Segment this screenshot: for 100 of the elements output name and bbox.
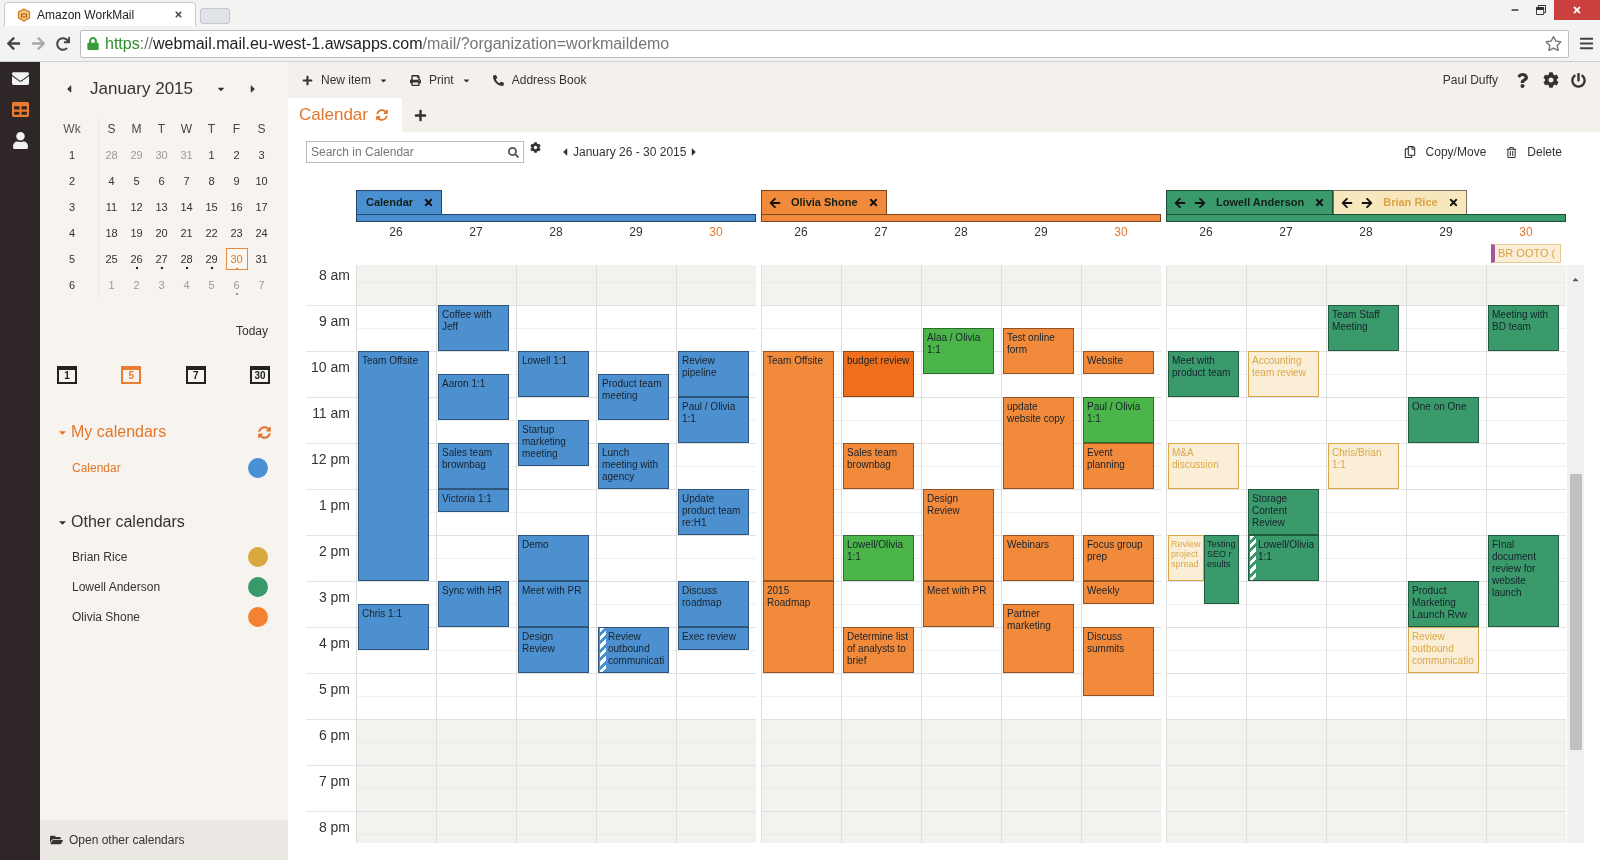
off-hours-slot[interactable] — [1487, 742, 1566, 765]
menu-icon[interactable] — [1579, 36, 1594, 51]
calendar-day[interactable]: 25 — [100, 248, 123, 270]
off-hours-slot[interactable] — [1082, 282, 1161, 305]
power-icon[interactable] — [1571, 72, 1586, 88]
calendar-item[interactable]: Brian Rice — [72, 548, 128, 566]
calendar-event[interactable]: Aaron 1:1 — [438, 374, 509, 420]
contacts-icon[interactable] — [11, 132, 29, 149]
delete-button[interactable]: Delete — [1527, 143, 1562, 161]
arrow-left-icon[interactable] — [769, 196, 781, 209]
calendar-event[interactable]: Sync with HR — [438, 581, 509, 627]
calendar-event[interactable]: One on One — [1408, 397, 1479, 443]
off-hours-slot[interactable] — [1327, 282, 1406, 305]
off-hours-slot[interactable] — [1082, 719, 1161, 742]
calendar-event[interactable]: 2015 Roadmap — [763, 581, 834, 673]
calendar-item[interactable]: Olivia Shone — [72, 608, 141, 626]
off-hours-slot[interactable] — [1487, 811, 1566, 834]
calendar-day[interactable]: 23 — [225, 222, 248, 244]
calendar-event[interactable]: Sales team brownbag — [438, 443, 509, 489]
calendar-tab[interactable]: Calendar — [356, 190, 443, 214]
off-hours-slot[interactable] — [357, 719, 436, 742]
calendar-event[interactable]: Chris 1:1 — [358, 604, 429, 650]
help-icon[interactable] — [1516, 72, 1529, 88]
restore-icon[interactable] — [1536, 5, 1546, 15]
calendar-event[interactable]: Startup marketing meeting — [518, 420, 589, 466]
off-hours-slot[interactable] — [1247, 265, 1326, 282]
off-hours-slot[interactable] — [677, 765, 756, 788]
calendar-event[interactable]: Storage Content Review — [1248, 489, 1319, 535]
forward-icon[interactable] — [31, 36, 46, 51]
calendar-event[interactable]: Design Review — [923, 489, 994, 581]
search-input[interactable]: Search in Calendar — [307, 142, 508, 162]
back-icon[interactable] — [6, 36, 21, 51]
calendar-event[interactable]: Team Offsite — [763, 351, 834, 581]
off-hours-slot[interactable] — [517, 719, 596, 742]
calendar-day[interactable]: 1 — [200, 144, 223, 166]
calendar-day[interactable]: 15 — [200, 196, 223, 218]
off-hours-slot[interactable] — [1082, 265, 1161, 282]
calendar-item[interactable]: Lowell Anderson — [72, 578, 161, 596]
calendar-event[interactable]: Product team meeting — [598, 374, 669, 420]
calendar-day[interactable]: 4 — [100, 170, 123, 192]
off-hours-slot[interactable] — [1487, 788, 1566, 811]
settings-icon[interactable] — [530, 142, 541, 153]
off-hours-slot[interactable] — [1002, 282, 1081, 305]
scroll-up-icon[interactable] — [1571, 275, 1580, 284]
off-hours-slot[interactable] — [1487, 282, 1566, 305]
off-hours-slot[interactable] — [762, 765, 841, 788]
calendar-day[interactable]: 22 — [200, 222, 223, 244]
off-hours-slot[interactable] — [517, 265, 596, 282]
off-hours-slot[interactable] — [1002, 719, 1081, 742]
calendar-event[interactable]: Discuss roadmap — [678, 581, 749, 627]
calendar-event[interactable]: Exec review — [678, 627, 749, 650]
off-hours-slot[interactable] — [842, 265, 921, 282]
off-hours-slot[interactable] — [1167, 265, 1246, 282]
close-icon[interactable] — [867, 197, 879, 208]
search-icon[interactable] — [508, 146, 519, 158]
calendar-event[interactable]: Webinars — [1003, 535, 1074, 581]
off-hours-slot[interactable] — [1487, 765, 1566, 788]
add-tab-icon[interactable] — [413, 108, 427, 122]
mail-icon[interactable] — [11, 70, 29, 87]
off-hours-slot[interactable] — [842, 719, 921, 742]
calendar-event[interactable]: Team Staff Meeting — [1328, 305, 1399, 351]
off-hours-slot[interactable] — [1407, 265, 1486, 282]
off-hours-slot[interactable] — [1327, 265, 1406, 282]
off-hours-slot[interactable] — [1247, 719, 1326, 742]
today-link[interactable]: Today — [235, 322, 268, 342]
off-hours-slot[interactable] — [677, 282, 756, 305]
section-heading[interactable]: Other calendars — [71, 510, 185, 534]
address-field[interactable]: https://webmail.mail.eu-west-1.awsapps.com/mail/?organization=workmaildemo — [80, 29, 1569, 58]
off-hours-slot[interactable] — [762, 719, 841, 742]
trash-icon[interactable] — [1506, 146, 1518, 158]
calendar-event[interactable]: Review pipeline — [678, 351, 749, 397]
calendar-day[interactable]: 18 — [100, 222, 123, 244]
calendar-day[interactable]: 5 — [125, 170, 148, 192]
toolbar-button[interactable]: New item — [302, 66, 388, 94]
off-hours-slot[interactable] — [922, 282, 1001, 305]
calendar-event[interactable]: Alaa / Olivia 1:1 — [923, 328, 994, 374]
off-hours-slot[interactable] — [1002, 265, 1081, 282]
off-hours-slot[interactable] — [1247, 282, 1326, 305]
off-hours-slot[interactable] — [357, 811, 436, 834]
off-hours-slot[interactable] — [677, 788, 756, 811]
calendar-icon[interactable] — [11, 101, 29, 118]
view-button[interactable]: 1 — [57, 366, 77, 384]
calendar-event[interactable]: Lowell/Olivia 1:1 — [1248, 535, 1319, 581]
settings-icon[interactable] — [1543, 72, 1559, 88]
off-hours-slot[interactable] — [437, 719, 516, 742]
off-hours-slot[interactable] — [597, 265, 676, 282]
off-hours-slot[interactable] — [1487, 719, 1566, 742]
off-hours-slot[interactable] — [922, 719, 1001, 742]
off-hours-slot[interactable] — [922, 265, 1001, 282]
calendar-event[interactable]: Website — [1083, 351, 1154, 374]
off-hours-slot[interactable] — [357, 282, 436, 305]
calendar-day[interactable]: 17 — [250, 196, 273, 218]
off-hours-slot[interactable] — [1082, 788, 1161, 811]
calendar-event[interactable]: Meet with PR — [518, 581, 589, 627]
calendar-event[interactable]: Meeting with BD team — [1488, 305, 1559, 351]
search-field[interactable]: Search in Calendar — [306, 141, 524, 163]
calendar-event[interactable]: Focus group prep — [1083, 535, 1154, 581]
copy-move-button[interactable]: Copy/Move — [1425, 143, 1487, 161]
off-hours-slot[interactable] — [1082, 765, 1161, 788]
off-hours-slot[interactable] — [677, 265, 756, 282]
